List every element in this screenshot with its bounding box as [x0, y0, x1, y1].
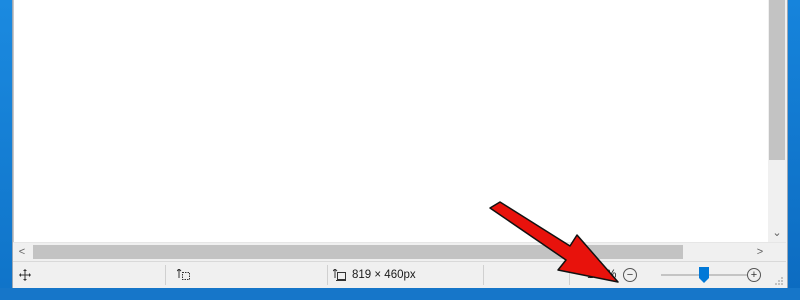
image-size-icon — [333, 269, 347, 281]
move-cross-icon — [19, 269, 31, 281]
horizontal-scrollbar[interactable]: < > — [13, 242, 786, 261]
image-size: 819 × 460px — [333, 262, 416, 288]
paint-window: ⌄ < > 819 × 460px − + — [12, 0, 788, 288]
scroll-down-button[interactable]: ⌄ — [769, 224, 785, 242]
desktop-background-right — [786, 0, 800, 300]
resize-grip-icon[interactable] — [774, 276, 784, 286]
status-separator — [327, 265, 328, 285]
selection-size-icon — [177, 269, 191, 281]
cursor-position — [19, 262, 31, 288]
selection-size — [177, 262, 191, 288]
scroll-left-button[interactable]: < — [13, 243, 31, 261]
zoom-in-icon[interactable]: + — [747, 268, 761, 282]
scroll-right-button[interactable]: > — [751, 243, 769, 261]
annotation-arrow — [489, 201, 619, 283]
zoom-in-button[interactable]: + — [747, 262, 761, 288]
drawing-canvas[interactable] — [13, 0, 768, 242]
taskbar-strip — [0, 288, 800, 300]
vertical-scroll-thumb[interactable] — [769, 0, 785, 160]
vertical-scrollbar[interactable]: ⌄ — [768, 0, 786, 242]
image-size-text: 819 × 460px — [352, 269, 416, 281]
status-separator — [165, 265, 166, 285]
desktop-background-left — [0, 0, 12, 300]
status-bar: 819 × 460px 100% − + — [13, 261, 786, 288]
zoom-slider-thumb[interactable] — [699, 267, 709, 283]
